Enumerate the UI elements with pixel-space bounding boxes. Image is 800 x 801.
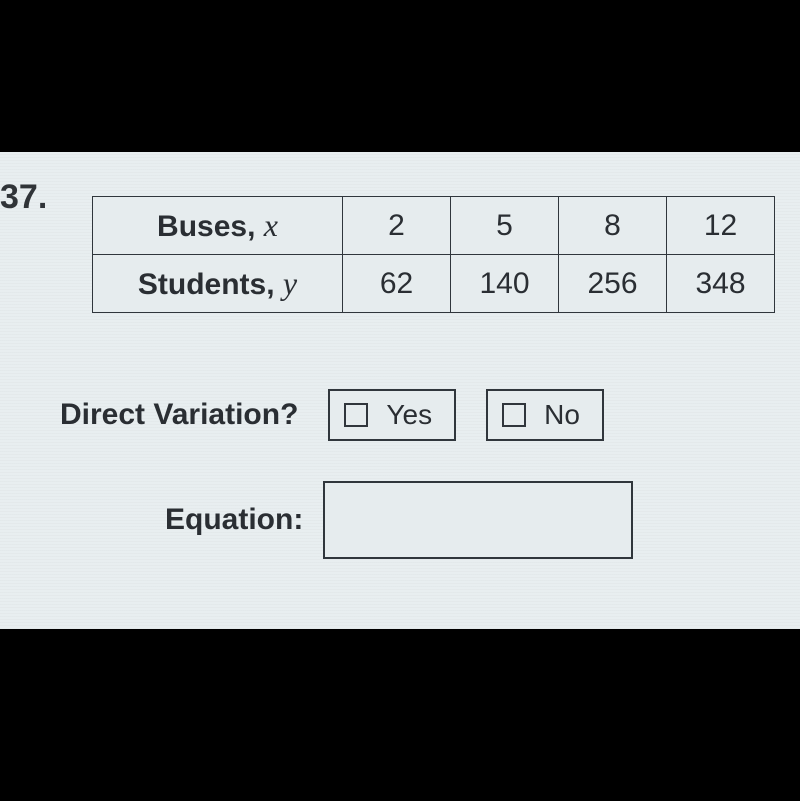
- direct-variation-row: Direct Variation? Yes No: [60, 389, 604, 441]
- data-cell: 62: [343, 255, 451, 313]
- data-cell: 8: [559, 197, 667, 255]
- letterbox-top: [0, 0, 800, 152]
- yes-choice[interactable]: Yes: [328, 389, 456, 441]
- checkbox-icon: [502, 403, 526, 427]
- data-cell: 12: [667, 197, 775, 255]
- row-header-buses-text: Buses,: [157, 210, 264, 243]
- table-row: Students, y 62 140 256 348: [93, 255, 775, 313]
- equation-label: Equation:: [165, 503, 303, 537]
- data-cell: 256: [559, 255, 667, 313]
- data-cell: 5: [451, 197, 559, 255]
- no-choice[interactable]: No: [486, 389, 604, 441]
- equation-row: Equation:: [165, 481, 633, 559]
- direct-variation-prompt: Direct Variation?: [60, 398, 298, 432]
- equation-input[interactable]: [323, 481, 633, 559]
- data-table: Buses, x 2 5 8 12 Students, y 62 140 256…: [92, 196, 775, 313]
- worksheet-content: 37. Buses, x 2 5 8 12 Students, y 62 140…: [0, 152, 800, 629]
- variable-y: y: [283, 265, 297, 301]
- checkbox-icon: [344, 403, 368, 427]
- data-cell: 2: [343, 197, 451, 255]
- row-header-students-text: Students,: [138, 268, 283, 301]
- letterbox-bottom: [0, 629, 800, 801]
- problem-number: 37.: [0, 178, 47, 217]
- variable-x: x: [264, 207, 278, 243]
- row-header-students: Students, y: [93, 255, 343, 313]
- table-row: Buses, x 2 5 8 12: [93, 197, 775, 255]
- data-cell: 140: [451, 255, 559, 313]
- row-header-buses: Buses, x: [93, 197, 343, 255]
- yes-label: Yes: [386, 399, 432, 431]
- data-cell: 348: [667, 255, 775, 313]
- no-label: No: [544, 399, 580, 431]
